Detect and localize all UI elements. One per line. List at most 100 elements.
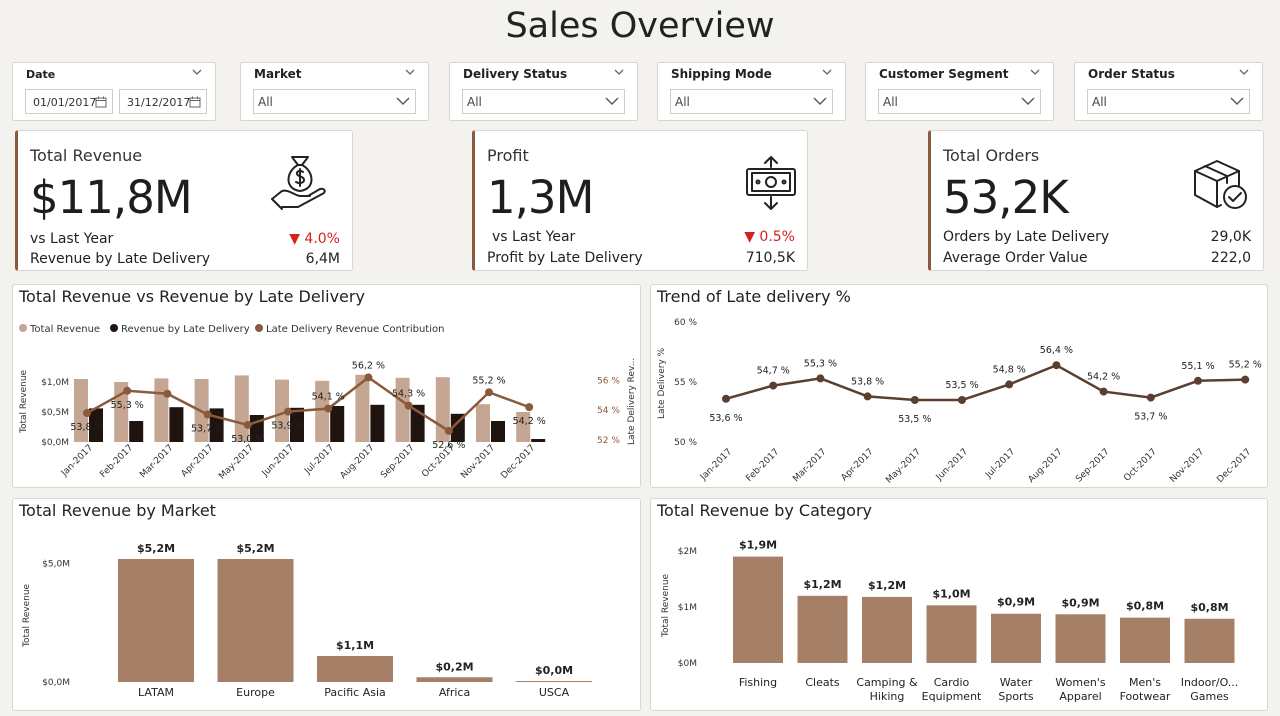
data-label: $1,2M <box>868 579 906 592</box>
series-line-late-pct <box>725 363 1246 402</box>
kpi-title: Total Orders <box>943 146 1040 165</box>
calendar-icon[interactable] <box>189 96 201 108</box>
date-slicer-label: Date <box>26 68 56 81</box>
chevron-down-icon[interactable] <box>404 67 416 77</box>
revenue-by-market-panel: Total Revenue by Market Total Revenue $0… <box>12 498 641 711</box>
calendar-icon[interactable] <box>95 96 107 108</box>
data-label: $1,0M <box>932 587 970 600</box>
customer-segment-value: All <box>883 95 898 109</box>
x-tick-label: Mar-2017 <box>138 443 175 480</box>
data-label: 55,2 % <box>472 375 505 386</box>
chevron-down-icon[interactable] <box>605 97 619 106</box>
x-tick-label: Games <box>1190 690 1229 703</box>
line-point <box>769 381 778 390</box>
chevron-down-icon[interactable] <box>191 67 203 77</box>
chevron-down-icon[interactable] <box>396 97 410 106</box>
data-label: 53,8 % <box>70 422 103 433</box>
x-tick-label: Sep-2017 <box>1074 447 1112 485</box>
line-point <box>243 420 252 429</box>
chevron-down-icon[interactable] <box>1021 97 1035 106</box>
kpi-value: $11,8M <box>30 171 193 224</box>
kpi-vs-change: ▼ 4.0% <box>289 231 340 247</box>
chevron-down-icon[interactable] <box>1029 67 1041 77</box>
data-label: 54,2 % <box>513 416 546 427</box>
delivery-status-dropdown[interactable]: All <box>462 89 625 114</box>
line-point <box>1194 376 1202 385</box>
data-label: $0,9M <box>1061 596 1099 609</box>
x-tick-label: Hiking <box>870 690 905 703</box>
data-label: 54,3 % <box>392 389 425 400</box>
x-tick-label: May-2017 <box>217 443 256 482</box>
x-tick-label: Camping & <box>856 676 918 689</box>
legend-marker <box>19 324 27 332</box>
y-tick-label: 55 % <box>674 378 697 388</box>
date-slicer[interactable]: Date 01/01/2017 31/12/2017 <box>12 62 216 121</box>
kpi-row1-label: Orders by Late Delivery <box>943 229 1110 245</box>
kpi-row1-value: 29,0K <box>1210 229 1251 245</box>
chevron-down-icon[interactable] <box>821 67 833 77</box>
shipping-mode-dropdown[interactable]: All <box>670 89 833 114</box>
x-tick-label: Jan-2017 <box>698 447 734 483</box>
delivery-status-slicer-label: Delivery Status <box>463 67 568 81</box>
line-point <box>1099 387 1108 396</box>
x-tick-label: USCA <box>539 686 570 699</box>
bar-late-revenue <box>491 421 505 442</box>
kpi-total-orders: Total Orders 53,2K Orders by Late Delive… <box>928 130 1264 271</box>
data-label: 55,3 % <box>804 358 837 369</box>
down-triangle-icon: ▼ <box>744 229 760 245</box>
line-point <box>1241 375 1250 384</box>
line-point <box>722 394 730 403</box>
customer-segment-slicer[interactable]: Customer Segment All <box>865 62 1054 121</box>
data-label: 54,2 % <box>1087 372 1120 383</box>
legend-label: Late Delivery Revenue Contribution <box>266 324 444 335</box>
order-status-slicer[interactable]: Order Status All <box>1074 62 1263 121</box>
x-tick-label: Apparel <box>1059 690 1101 703</box>
market-dropdown[interactable]: All <box>253 89 416 114</box>
data-label: 53,8 % <box>851 376 884 387</box>
bar-category <box>862 596 912 663</box>
bar-category <box>1184 618 1235 663</box>
order-status-dropdown[interactable]: All <box>1087 89 1250 114</box>
x-tick-label: Cardio <box>934 676 970 689</box>
line-point <box>1005 380 1014 389</box>
y-tick-label: $0M <box>678 659 697 669</box>
chevron-down-icon[interactable] <box>813 97 827 106</box>
bar-market <box>118 559 194 682</box>
delivery-status-slicer[interactable]: Delivery Status All <box>449 62 638 121</box>
box-check-icon <box>1194 160 1247 209</box>
data-label: 53,7 % <box>191 424 224 435</box>
kpi-title: Profit <box>487 146 529 165</box>
chevron-down-icon[interactable] <box>1238 67 1250 77</box>
line-point <box>1146 393 1155 402</box>
line-point <box>163 389 172 398</box>
kpi-row2-label: Average Order Value <box>943 250 1088 266</box>
x-tick-label: Aug-2017 <box>1027 447 1065 485</box>
date-to-input[interactable]: 31/12/2017 <box>119 89 207 114</box>
kpi-value: 53,2K <box>943 171 1069 224</box>
x-tick-label: Indoor/O... <box>1181 676 1239 689</box>
x-tick-label: Feb-2017 <box>98 443 135 480</box>
data-label: 55,3 % <box>111 400 144 411</box>
bar-total-revenue <box>234 375 249 442</box>
data-label: $0,9M <box>997 596 1035 609</box>
data-label: $0,8M <box>1126 600 1164 613</box>
data-label: 52,6 % <box>432 440 465 451</box>
chevron-down-icon[interactable] <box>1230 97 1244 106</box>
line-point <box>863 392 872 401</box>
shipping-mode-slicer[interactable]: Shipping Mode All <box>657 62 846 121</box>
y-tick-label: $2M <box>678 547 697 557</box>
bar-late-revenue <box>531 439 546 442</box>
kpi-total-revenue: Total Revenue $11,8M vs Last Year ▼ 4.0%… <box>15 130 353 271</box>
line-point <box>364 373 373 382</box>
date-from-value: 01/01/2017 <box>33 96 97 109</box>
x-tick-label: Sep-2017 <box>379 443 417 481</box>
bar-category <box>991 613 1041 663</box>
market-slicer[interactable]: Market All <box>240 62 429 121</box>
customer-segment-dropdown[interactable]: All <box>878 89 1041 114</box>
revenue-by-category-chart: Total Revenue $0M $1M $2M $1,9M Fishing $1,2M… <box>661 539 1239 703</box>
chevron-down-icon[interactable] <box>613 67 625 77</box>
x-tick-label: Jul-2017 <box>983 447 1017 481</box>
date-from-input[interactable]: 01/01/2017 <box>25 89 113 114</box>
x-tick-label: Europe <box>236 686 275 699</box>
kpi-vs-value: 4.0% <box>304 231 340 247</box>
